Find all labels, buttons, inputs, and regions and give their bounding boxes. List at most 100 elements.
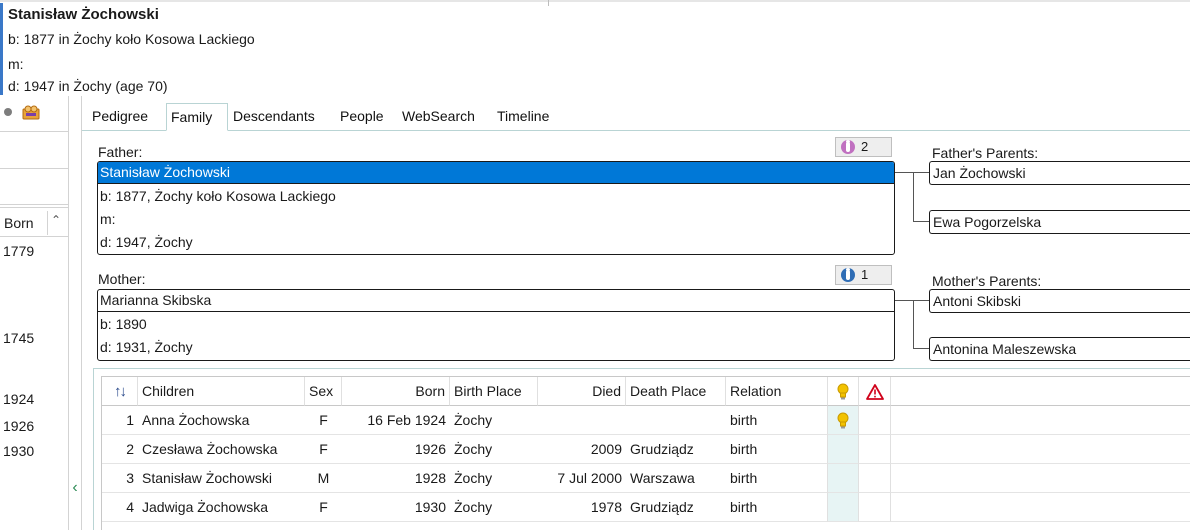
father-name[interactable]: Stanisław Żochowski	[98, 162, 894, 184]
mother-spouse-badge[interactable]: 1	[835, 265, 892, 285]
fathers-mother-box[interactable]: Ewa Pogorzelska	[929, 210, 1190, 234]
left-pane-divider	[68, 96, 69, 530]
collapse-pane-icon[interactable]: ‹	[69, 478, 81, 498]
father-box[interactable]: Stanisław Żochowski b: 1877, Żochy koło …	[97, 161, 895, 255]
column-header-filler	[891, 377, 1190, 406]
child-name[interactable]: Stanisław Żochowski	[138, 464, 305, 493]
left-pane-border	[81, 96, 82, 530]
column-header-children[interactable]: Children	[138, 377, 305, 406]
child-name[interactable]: Jadwiga Żochowska	[138, 493, 305, 522]
family-group-icon[interactable]	[22, 104, 40, 120]
child-relation[interactable]: birth	[726, 493, 828, 522]
father-marriage: m:	[100, 211, 116, 227]
tab-timeline[interactable]: Timeline	[497, 103, 549, 131]
header-top-border	[0, 0, 1190, 6]
child-death-place[interactable]	[626, 406, 726, 435]
child-sex[interactable]: F	[305, 493, 342, 522]
child-warning-cell	[859, 464, 891, 493]
scroll-up-icon[interactable]: ⌃	[51, 213, 61, 227]
left-list-item[interactable]: 1926	[3, 418, 34, 434]
mother-death: d: 1931, Żochy	[100, 339, 193, 355]
header-accent-bar	[0, 3, 3, 95]
tab-family[interactable]: Family	[166, 103, 228, 131]
child-warning-cell	[859, 493, 891, 522]
child-death-place[interactable]: Warszawa	[626, 464, 726, 493]
child-sex[interactable]: F	[305, 435, 342, 464]
child-note-cell	[828, 435, 859, 464]
child-died[interactable]: 7 Jul 2000	[538, 464, 626, 493]
child-died[interactable]: 1978	[538, 493, 626, 522]
header-person-name: Stanisław Żochowski	[8, 6, 159, 23]
child-row-number[interactable]: 4	[102, 493, 138, 522]
female-spouse-icon	[841, 140, 855, 154]
child-born[interactable]: 1930	[342, 493, 450, 522]
children-panel-border	[93, 368, 1190, 369]
child-died[interactable]: 2009	[538, 435, 626, 464]
mother-birth: b: 1890	[100, 316, 147, 332]
father-death: d: 1947, Żochy	[100, 234, 193, 250]
left-list-item[interactable]: 1930	[3, 443, 34, 459]
column-header-relation[interactable]: Relation	[726, 377, 828, 406]
child-warning-cell	[859, 435, 891, 464]
child-name[interactable]: Anna Żochowska	[138, 406, 305, 435]
child-row-number[interactable]: 1	[102, 406, 138, 435]
tab-people[interactable]: People	[340, 103, 384, 131]
header-birth: b: 1877 in Żochy koło Kosowa Lackiego	[8, 31, 255, 47]
column-header-birth-place[interactable]: Birth Place	[450, 377, 538, 406]
father-spouse-count: 2	[861, 139, 869, 154]
header-marriage: m:	[8, 56, 24, 72]
child-sex[interactable]: F	[305, 406, 342, 435]
mothers-mother-box[interactable]: Antonina Maleszewska	[929, 337, 1190, 361]
mothers-father-box[interactable]: Antoni Skibski	[929, 289, 1190, 313]
mother-label: Mother:	[98, 271, 146, 287]
left-column-header-born[interactable]: Born ⌃	[0, 207, 68, 237]
child-row-number[interactable]: 2	[102, 435, 138, 464]
child-relation[interactable]: birth	[726, 464, 828, 493]
mother-box[interactable]: Marianna Skibska b: 1890 d: 1931, Żochy	[97, 289, 895, 361]
child-row-number[interactable]: 3	[102, 464, 138, 493]
sort-arrows-icon[interactable]: ↑↓	[102, 377, 138, 406]
mothers-parents-label: Mother's Parents:	[932, 273, 1042, 289]
column-header-born[interactable]: Born	[342, 377, 450, 406]
row-filler	[891, 406, 1190, 435]
child-born[interactable]: 1926	[342, 435, 450, 464]
left-search-box[interactable]	[0, 169, 68, 205]
lightbulb-icon[interactable]	[828, 377, 859, 406]
fathers-father-box[interactable]: Jan Żochowski	[929, 161, 1190, 185]
child-warning-cell	[859, 406, 891, 435]
child-death-place[interactable]: Grudziądz	[626, 493, 726, 522]
mother-name[interactable]: Marianna Skibska	[98, 290, 894, 312]
child-birth-place[interactable]: Żochy	[450, 464, 538, 493]
child-note-cell	[828, 464, 859, 493]
left-filter-box[interactable]	[0, 131, 68, 169]
child-sex[interactable]: M	[305, 464, 342, 493]
tab-pedigree[interactable]: Pedigree	[92, 103, 148, 131]
warning-icon[interactable]	[859, 377, 891, 406]
father-birth: b: 1877, Żochy koło Kosowa Lackiego	[100, 188, 336, 204]
column-header-death-place[interactable]: Death Place	[626, 377, 726, 406]
child-birth-place[interactable]: Żochy	[450, 406, 538, 435]
child-born[interactable]: 16 Feb 1924	[342, 406, 450, 435]
tab-descendants[interactable]: Descendants	[233, 103, 315, 131]
left-list-item[interactable]: 1779	[3, 243, 34, 259]
child-note-cell	[828, 493, 859, 522]
child-relation[interactable]: birth	[726, 406, 828, 435]
child-name[interactable]: Czesława Żochowska	[138, 435, 305, 464]
child-died[interactable]	[538, 406, 626, 435]
dot-icon[interactable]	[4, 108, 12, 116]
column-header-died[interactable]: Died	[538, 377, 626, 406]
left-list-item[interactable]: 1924	[3, 391, 34, 407]
fathers-parents-label: Father's Parents:	[932, 145, 1039, 161]
row-filler	[891, 493, 1190, 522]
child-death-place[interactable]: Grudziądz	[626, 435, 726, 464]
tab-websearch[interactable]: WebSearch	[402, 103, 475, 131]
child-birth-place[interactable]: Żochy	[450, 435, 538, 464]
column-header-sex[interactable]: Sex	[305, 377, 342, 406]
note-lightbulb-icon[interactable]	[828, 406, 859, 435]
father-spouse-badge[interactable]: 2	[835, 137, 892, 157]
child-birth-place[interactable]: Żochy	[450, 493, 538, 522]
left-list-item[interactable]: 1745	[3, 330, 34, 346]
child-relation[interactable]: birth	[726, 435, 828, 464]
header-death: d: 1947 in Żochy (age 70)	[8, 78, 168, 94]
child-born[interactable]: 1928	[342, 464, 450, 493]
